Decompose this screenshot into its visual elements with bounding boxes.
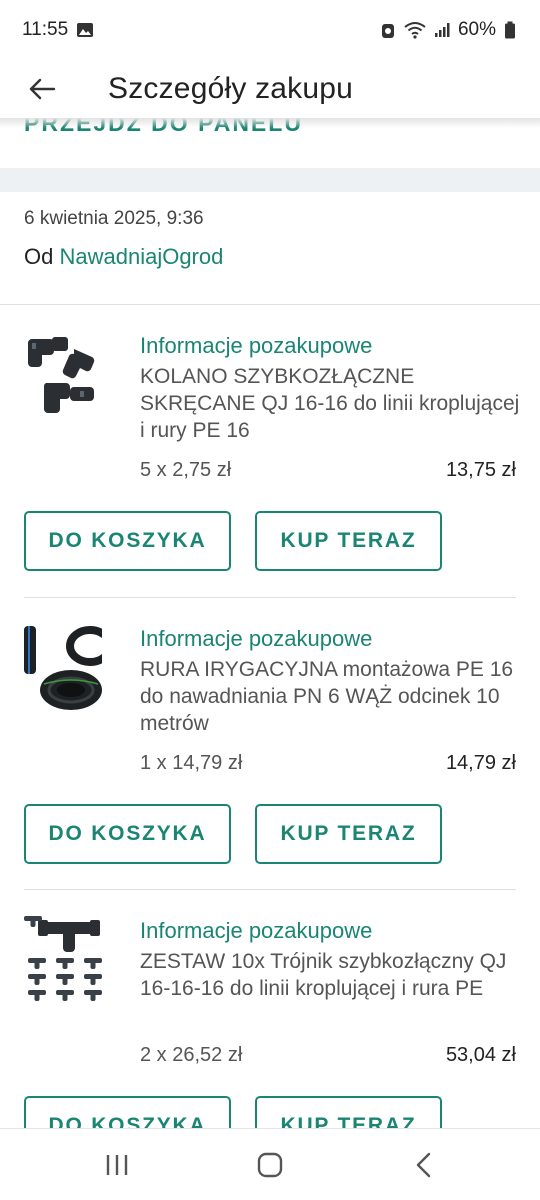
product-title[interactable]: KOLANO SZYBKOZŁĄCZNE SKRĘCANE QJ 16-16 d… (140, 363, 520, 444)
order-date: 6 kwietnia 2025, 9:36 (24, 208, 204, 229)
product-image-elbow-connectors[interactable] (24, 331, 102, 419)
quantity-price: 1 x 14,79 zł (140, 752, 243, 774)
price-row: 2 x 26,52 zł 53,04 zł (140, 1044, 516, 1067)
battery-icon (504, 21, 516, 39)
seller-name-link[interactable]: NawadniajOgrod (59, 244, 223, 269)
gallery-notification-icon (76, 21, 94, 39)
product-info: Informacje pozakupowe KOLANO SZYBKOZŁĄCZ… (140, 333, 520, 444)
product-info: Informacje pozakupowe ZESTAW 10x Trójnik… (140, 918, 520, 1002)
purchase-details-content[interactable]: PRZEJDŹ DO PANELU 6 kwietnia 2025, 9:36 … (0, 118, 540, 1128)
price-row: 5 x 2,75 zł 13,75 zł (140, 459, 516, 482)
seller-prefix: Od (24, 244, 54, 269)
post-purchase-info-link[interactable]: Informacje pozakupowe (140, 333, 520, 359)
recent-apps-icon (106, 1154, 127, 1175)
seller-line: Od NawadniajOgrod (24, 244, 516, 270)
buy-now-button[interactable]: KUP TERAZ (255, 1096, 442, 1128)
home-icon (257, 1152, 283, 1177)
app-bar-shadow (0, 118, 540, 128)
line-total: 53,04 zł (445, 1044, 516, 1066)
status-left: 11:55 (22, 19, 94, 41)
buy-now-button[interactable]: KUP TERAZ (255, 804, 442, 864)
panel-link-strip: PRZEJDŹ DO PANELU (0, 118, 540, 168)
arrow-left-icon (29, 78, 55, 100)
post-purchase-info-link[interactable]: Informacje pozakupowe (140, 626, 520, 652)
price-row: 1 x 14,79 zł 14,79 zł (140, 752, 516, 775)
line-total: 13,75 zł (445, 459, 516, 481)
post-purchase-info-link[interactable]: Informacje pozakupowe (140, 918, 520, 944)
recent-apps-button[interactable] (87, 1135, 147, 1195)
quantity-price: 5 x 2,75 zł (140, 459, 232, 481)
add-to-cart-button[interactable]: DO KOSZYKA (24, 1096, 231, 1128)
add-to-cart-button[interactable]: DO KOSZYKA (24, 804, 231, 864)
product-image-tee-connectors-set[interactable] (24, 916, 102, 1004)
status-right: 60% (380, 19, 516, 41)
chevron-left-icon (417, 1152, 431, 1177)
product-item: Informacje pozakupowe ZESTAW 10x Trójnik… (24, 889, 516, 1128)
product-title[interactable]: RURA IRYGACYJNA montażowa PE 16 do nawad… (140, 656, 520, 737)
page-title: Szczegóły zakupu (108, 72, 354, 105)
system-navigation-bar (0, 1128, 540, 1200)
status-bar: 11:55 60% (0, 0, 540, 60)
app-bar: Szczegóły zakupu (0, 60, 540, 118)
signal-icon (434, 22, 450, 38)
buy-now-button[interactable]: KUP TERAZ (255, 511, 442, 571)
product-title[interactable]: ZESTAW 10x Trójnik szybkozłączny QJ 16-1… (140, 948, 520, 1002)
home-button[interactable] (240, 1135, 300, 1195)
order-meta: 6 kwietnia 2025, 9:36 Od NawadniajOgrod (0, 192, 540, 305)
section-divider (0, 168, 540, 192)
alarm-icon (380, 21, 396, 39)
battery-percent: 60% (457, 19, 496, 40)
system-back-button[interactable] (393, 1135, 453, 1195)
product-item: Informacje pozakupowe KOLANO SZYBKOZŁĄCZ… (24, 305, 519, 597)
product-info: Informacje pozakupowe RURA IRYGACYJNA mo… (140, 626, 520, 737)
wifi-icon (404, 21, 426, 39)
add-to-cart-button[interactable]: DO KOSZYKA (24, 511, 231, 571)
product-item: Informacje pozakupowe RURA IRYGACYJNA mo… (24, 597, 516, 889)
line-total: 14,79 zł (445, 752, 516, 774)
back-button[interactable] (0, 60, 84, 118)
status-time: 11:55 (22, 19, 69, 40)
quantity-price: 2 x 26,52 zł (140, 1044, 243, 1066)
product-image-irrigation-pipe[interactable] (24, 624, 114, 712)
